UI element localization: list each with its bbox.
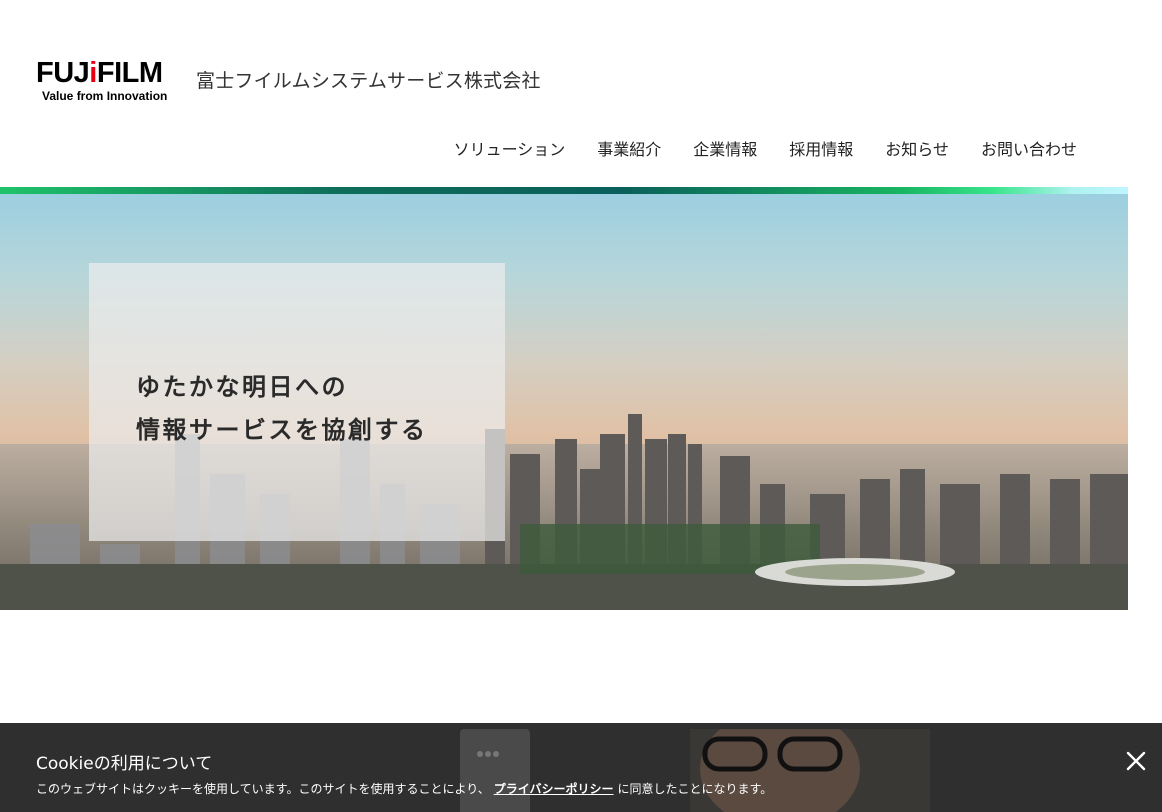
privacy-policy-link[interactable]: プライバシーポリシー [494,782,614,796]
cookie-message: このウェブサイトはクッキーを使用しています。このサイトを使用することにより、 プラ… [36,782,773,796]
hero-headline-line2: 情報サービスを協創する [136,416,428,444]
fujifilm-logo[interactable]: FUJiFILM Value from Innovation [36,57,182,103]
hero-message-card: ゆたかな明日への 情報サービスを協創する [89,263,505,541]
nav-news[interactable]: お知らせ [885,136,949,160]
nav-recruit[interactable]: 採用情報 [789,136,853,160]
nav-solutions[interactable]: ソリューション [454,136,566,160]
nav-business[interactable]: 事業紹介 [597,136,661,160]
nav-contact[interactable]: お問い合わせ [981,136,1077,160]
company-name: 富士フイルムシステムサービス株式会社 [196,70,541,92]
cookie-background-photo [460,729,930,812]
hero-headline-line1: ゆたかな明日への [136,373,348,401]
hero-banner: ゆたかな明日への 情報サービスを協創する [0,194,1128,610]
global-nav: ソリューション 事業紹介 企業情報 採用情報 お知らせ お問い合わせ [454,136,1077,160]
nav-company[interactable]: 企業情報 [693,136,757,160]
cookie-title: Cookieの利用について [36,754,213,774]
site-header: FUJiFILM Value from Innovation 富士フイルムシステ… [0,0,1128,189]
close-icon[interactable] [1124,749,1148,773]
cookie-banner: Cookieの利用について このウェブサイトはクッキーを使用しています。このサイ… [0,723,1162,812]
logo-tagline: Value from Innovation [42,89,168,103]
header-gradient-divider [0,187,1128,194]
logo-wordmark: FUJiFILM [36,57,163,89]
